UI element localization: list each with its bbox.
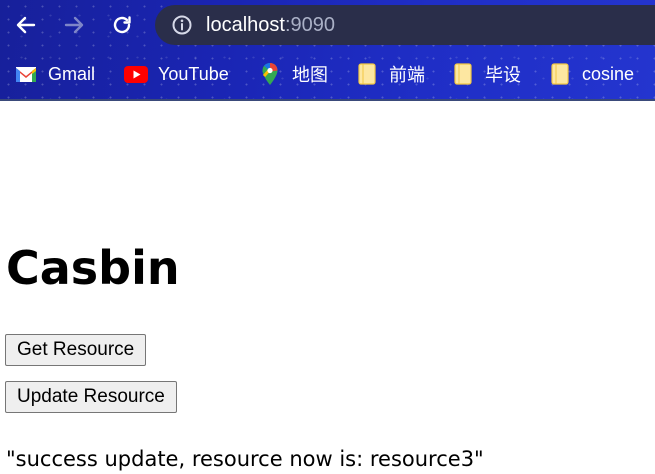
- browser-chrome: localhost:9090 Gmail YouTube 地图 前端 毕设 co…: [0, 0, 655, 101]
- folder-icon: [548, 62, 572, 86]
- bookmark-label: YouTube: [158, 63, 229, 84]
- bookmark-gmail[interactable]: Gmail: [14, 60, 95, 88]
- arrow-right-icon: [64, 16, 84, 34]
- back-button[interactable]: [9, 8, 43, 42]
- address-port: :9090: [284, 14, 335, 36]
- bookmark-label: Gmail: [48, 63, 96, 84]
- bookmark-label: 毕设: [485, 65, 521, 85]
- bookmark-maps[interactable]: 地图: [258, 60, 328, 88]
- bookmarks-bar: Gmail YouTube 地图 前端 毕设 cosine: [0, 52, 655, 98]
- bookmark-label: 前端: [389, 65, 425, 85]
- browser-toolbar: localhost:9090: [0, 0, 655, 50]
- reload-icon: [113, 16, 131, 34]
- youtube-icon: [124, 62, 148, 86]
- forward-button[interactable]: [57, 8, 91, 42]
- maps-pin-icon: [258, 62, 282, 86]
- address-text[interactable]: localhost:9090: [206, 14, 335, 36]
- bookmark-folder-frontend[interactable]: 前端: [355, 60, 425, 88]
- bookmark-youtube[interactable]: YouTube: [124, 60, 229, 88]
- bookmark-label: cosine: [582, 63, 635, 84]
- reload-button[interactable]: [105, 8, 139, 42]
- get-resource-button[interactable]: Get Resource: [5, 334, 147, 366]
- gmail-icon: [14, 62, 38, 86]
- update-resource-button[interactable]: Update Resource: [5, 381, 177, 413]
- address-host: localhost: [206, 14, 285, 36]
- bookmark-folder-thesis[interactable]: 毕设: [451, 60, 521, 88]
- info-icon[interactable]: [171, 14, 193, 36]
- address-bar[interactable]: localhost:9090: [155, 5, 655, 45]
- folder-icon: [355, 62, 379, 86]
- arrow-left-icon: [16, 16, 36, 34]
- bookmark-folder-cosine[interactable]: cosine: [548, 60, 634, 88]
- page-title: Casbin: [6, 241, 180, 295]
- result-message: "success update, resource now is: resour…: [6, 447, 484, 471]
- toolbar-divider: [0, 99, 655, 101]
- bookmark-label: 地图: [292, 65, 328, 85]
- folder-icon: [451, 62, 475, 86]
